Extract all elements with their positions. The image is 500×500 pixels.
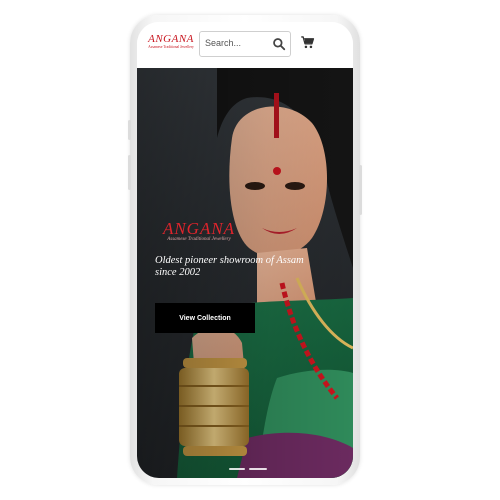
hero-brand-title: ANGANA	[162, 219, 236, 238]
phone-side-button	[128, 155, 131, 190]
hero-brand-logo: ANGANA Assamese Traditional Jewellery	[159, 220, 239, 243]
search-input[interactable]	[205, 35, 269, 51]
brand-logo[interactable]: ANGANA Assamese Traditional Jewellery	[145, 34, 197, 50]
phone-screen: ANGANA Assamese Traditional Jewellery Se…	[137, 22, 353, 478]
phone-side-button	[128, 120, 131, 140]
hero-banner: ANGANA Assamese Traditional Jewellery Ol…	[137, 68, 353, 478]
phone-side-button	[359, 165, 362, 215]
cart-icon[interactable]	[300, 35, 315, 50]
site-header: ANGANA Assamese Traditional Jewellery	[137, 22, 353, 68]
logo-subtitle: Assamese Traditional Jewellery	[148, 45, 194, 49]
logo-title: ANGANA	[148, 33, 194, 45]
search-icon[interactable]	[272, 37, 286, 51]
home-indicator	[249, 468, 267, 470]
hero-tagline: Oldest pioneer showroom of Assam since 2…	[155, 255, 304, 278]
hero-brand-subtitle: Assamese Traditional Jewellery	[167, 237, 231, 242]
home-indicator	[229, 468, 245, 470]
search-box	[199, 31, 291, 57]
view-collection-button[interactable]: View Collection	[155, 303, 255, 333]
phone-frame: ANGANA Assamese Traditional Jewellery Se…	[128, 15, 362, 485]
